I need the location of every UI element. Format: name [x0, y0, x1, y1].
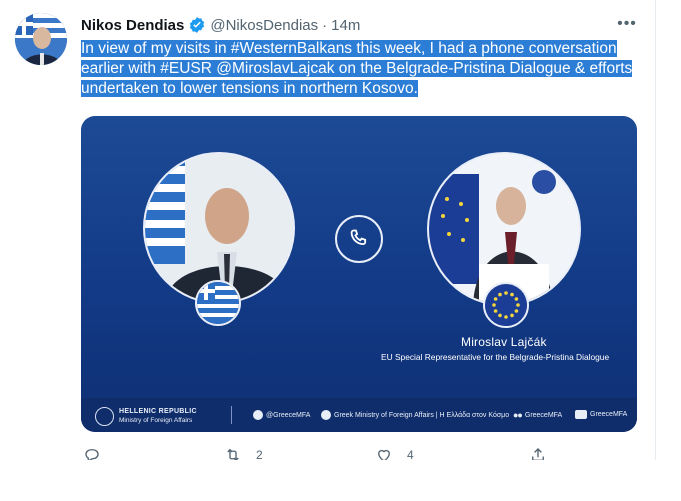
display-name[interactable]: Nikos Dendias: [81, 17, 184, 34]
phone-icon: [335, 215, 383, 263]
separator-dot: ·: [322, 16, 328, 34]
social-youtube: GreeceMFA: [575, 410, 627, 419]
flickr-label: GreeceMFA: [524, 411, 563, 419]
youtube-label: GreeceMFA: [590, 411, 628, 418]
card-footer: HELLENIC REPUBLIC Ministry of Foreign Af…: [81, 398, 637, 432]
twitter-icon: [253, 410, 263, 420]
social-facebook: Greek Ministry of Foreign Affairs | Η Ελ…: [321, 410, 509, 420]
hellenic-republic-logo: [95, 407, 114, 426]
tweet-text: In view of my visits in #WesternBalkans …: [81, 39, 641, 99]
verified-badge-icon: [188, 16, 206, 34]
greek-flag-icon: [195, 280, 241, 326]
page-background: [0, 460, 681, 501]
facebook-icon: [321, 410, 331, 420]
person-role: EU Special Representative for the Belgra…: [381, 352, 610, 362]
tweet-text-body: In view of my visits in #WesternBalkans …: [81, 40, 633, 97]
gov-name: HELLENIC REPUBLIC: [119, 408, 197, 415]
eu-flag-icon: [483, 282, 529, 328]
tweet-header: Nikos Dendias @NikosDendias · 14m: [81, 14, 360, 36]
tweet[interactable]: Nikos Dendias @NikosDendias · 14m ••• In…: [0, 0, 656, 463]
social-twitter: @GreeceMFA: [253, 410, 310, 420]
more-icon[interactable]: •••: [614, 14, 640, 34]
timeline-border: [655, 0, 656, 460]
avatar[interactable]: [15, 13, 67, 65]
person-name: Miroslav Lajčák: [461, 335, 547, 349]
timestamp[interactable]: 14m: [331, 17, 360, 34]
facebook-label: Greek Ministry of Foreign Affairs | Η Ελ…: [334, 411, 510, 419]
social-flickr: ●● GreeceMFA: [513, 410, 562, 420]
media-card[interactable]: Miroslav Lajčák EU Special Representativ…: [81, 116, 637, 432]
twitter-label: @GreeceMFA: [266, 411, 311, 419]
gov-ministry: Ministry of Foreign Affairs: [119, 417, 193, 424]
handle[interactable]: @NikosDendias: [210, 17, 318, 34]
divider: [231, 406, 232, 424]
youtube-icon: [575, 410, 587, 419]
flickr-icon: ●●: [513, 410, 523, 420]
